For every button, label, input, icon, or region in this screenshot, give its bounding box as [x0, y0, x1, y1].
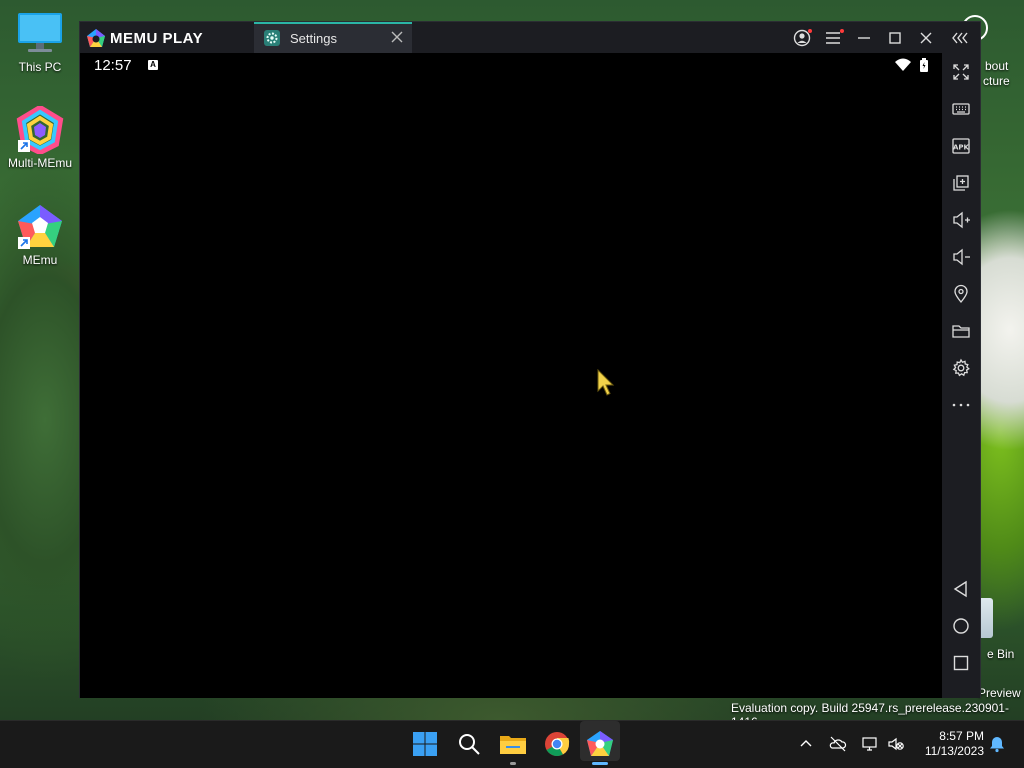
tab-close-icon[interactable]	[390, 30, 404, 44]
partial-picture-label: cture	[983, 74, 1010, 88]
title-bar[interactable]: MEMU PLAY Settings	[80, 22, 980, 53]
chrome-button[interactable]	[542, 729, 572, 759]
start-button[interactable]	[410, 729, 440, 759]
memu-running-indicator	[592, 762, 608, 765]
more-icon[interactable]	[951, 395, 971, 415]
onedrive-offline-icon[interactable]	[829, 735, 847, 753]
location-icon[interactable]	[951, 284, 971, 304]
multi-window-icon[interactable]	[951, 173, 971, 193]
network-icon[interactable]	[861, 735, 879, 753]
account-notification-dot	[808, 29, 812, 33]
partial-recycle-bin-label: e Bin	[987, 647, 1015, 661]
android-screen[interactable]: 12:57 A	[80, 53, 942, 698]
system-clock[interactable]: 8:57 PM 11/13/2023	[912, 729, 984, 759]
volume-up-icon[interactable]	[951, 210, 971, 230]
settings-app-icon	[264, 30, 280, 46]
account-icon[interactable]	[792, 28, 812, 48]
recents-icon[interactable]	[951, 653, 971, 673]
battery-icon	[920, 58, 928, 77]
desktop-icon-multi-memu[interactable]: Multi-MEmu	[0, 104, 80, 170]
show-hidden-icons-icon[interactable]	[797, 735, 815, 753]
search-icon	[459, 734, 480, 755]
memu-side-toolbar: APK	[942, 53, 980, 698]
home-icon[interactable]	[951, 616, 971, 636]
notification-a-icon: A	[148, 60, 158, 70]
mouse-cursor-icon	[597, 368, 617, 402]
windows-icon	[413, 732, 437, 756]
memu-icon	[16, 203, 64, 251]
clock-date: 11/13/2023	[924, 744, 984, 758]
memu-icon	[587, 731, 613, 756]
partial-preview-label: Preview	[978, 686, 1021, 700]
memu-window: MEMU PLAY Settings 12:57 A APK	[79, 21, 981, 698]
apk-text: APK	[953, 144, 970, 152]
tab-settings[interactable]: Settings	[254, 22, 412, 53]
recycle-bin-icon[interactable]	[981, 598, 993, 638]
volume-down-icon[interactable]	[951, 247, 971, 267]
memu-wordmark: MEMU PLAY	[110, 29, 204, 47]
wifi-icon	[895, 58, 911, 77]
multi-memu-icon	[16, 104, 64, 156]
settings-icon[interactable]	[951, 358, 971, 378]
keyboard-icon[interactable]	[951, 99, 971, 119]
monitor-icon	[16, 10, 64, 58]
back-icon[interactable]	[951, 579, 971, 599]
volume-muted-icon[interactable]	[887, 735, 905, 753]
fullscreen-icon[interactable]	[951, 62, 971, 82]
close-icon[interactable]	[916, 28, 936, 48]
partial-about-label: bout	[985, 59, 1009, 73]
collapse-sidebar-icon[interactable]	[950, 28, 970, 48]
search-button[interactable]	[454, 729, 484, 759]
memu-logo-icon	[87, 29, 105, 47]
status-bar-time: 12:57	[94, 57, 132, 74]
desktop-icon-label: This PC	[18, 60, 62, 74]
minimize-icon[interactable]	[854, 28, 874, 48]
notification-bell-icon[interactable]	[988, 735, 1006, 753]
clock-time: 8:57 PM	[939, 729, 984, 743]
menu-icon[interactable]	[823, 28, 844, 48]
folder-icon	[500, 736, 526, 754]
taskbar: 8:57 PM 11/13/2023	[0, 720, 1024, 768]
apk-install-icon[interactable]: APK	[951, 136, 971, 156]
memu-taskbar-button[interactable]	[585, 729, 615, 759]
desktop-icon-this-pc[interactable]: This PC	[0, 10, 80, 74]
file-explorer-button[interactable]	[498, 729, 528, 759]
memu-logo: MEMU PLAY	[86, 29, 203, 47]
maximize-icon[interactable]	[885, 28, 905, 48]
desktop-icon-label: MEmu	[22, 253, 58, 267]
desktop-icon-label: Multi-MEmu	[7, 156, 72, 170]
desktop-icon-memu[interactable]: MEmu	[0, 203, 80, 267]
chrome-icon	[545, 732, 570, 757]
folder-icon[interactable]	[951, 321, 971, 341]
file-explorer-running-indicator	[510, 762, 516, 765]
tab-label: Settings	[290, 31, 337, 46]
menu-notification-dot	[840, 29, 844, 33]
